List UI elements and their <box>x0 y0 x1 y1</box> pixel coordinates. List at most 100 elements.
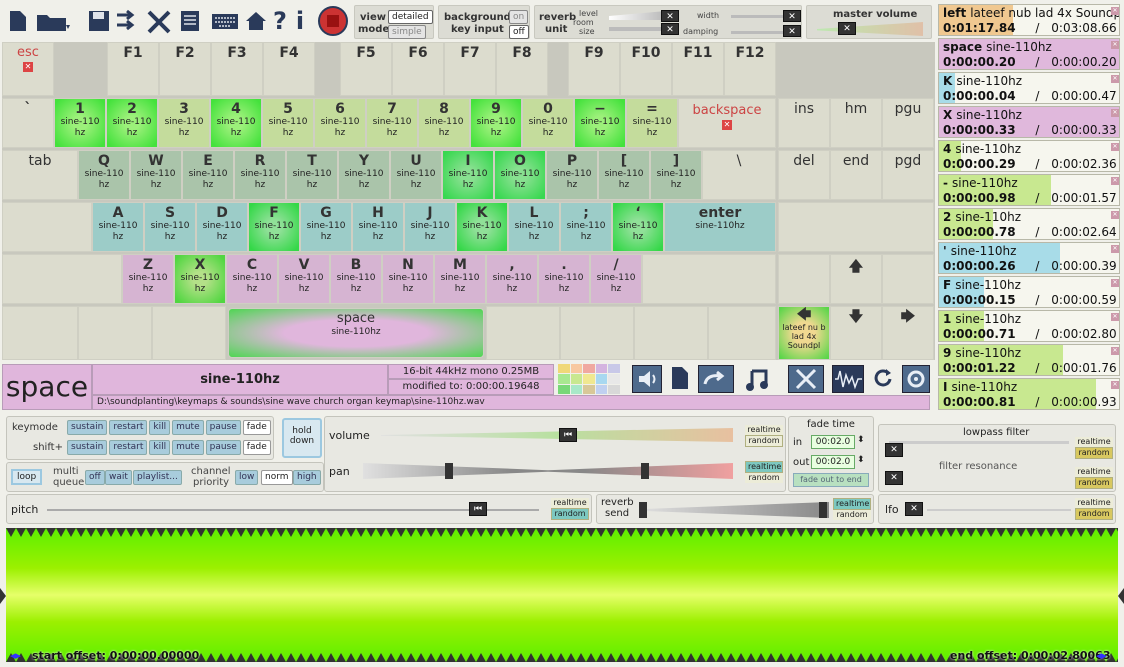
stop-sound-icon[interactable]: ✕ <box>1111 143 1119 151</box>
waveform-display[interactable] <box>6 528 1118 662</box>
pitch-random[interactable]: random <box>551 508 589 520</box>
playlist-row[interactable]: space sine-110hz 0:00:00.20 / 0:00:00.20 ✕ <box>938 38 1120 70</box>
stop-sound-icon[interactable]: ✕ <box>1111 313 1119 321</box>
key-q[interactable]: Qsine-110 hz <box>78 150 130 200</box>
key-right-bracket[interactable]: ] sine-110 hz <box>650 150 702 200</box>
sample-file-icon[interactable] <box>668 365 692 393</box>
key-left-bracket[interactable]: [sine-110 hz <box>598 150 650 200</box>
reverb-send-slider[interactable] <box>639 502 829 518</box>
key-comma[interactable]: , sine-110 hz <box>486 254 538 304</box>
key-f[interactable]: Fsine-110 hz <box>248 202 300 252</box>
reverb-send-thumb-end[interactable] <box>819 502 827 518</box>
help-icon[interactable]: ? <box>271 4 289 38</box>
key-f12[interactable]: F12 <box>724 42 776 96</box>
key-i[interactable]: Isine-110 hz <box>442 150 494 200</box>
key-menu[interactable] <box>560 306 634 360</box>
fade-in-stepper-icon[interactable]: ⬍ <box>857 435 865 445</box>
stop-sound-icon[interactable]: ✕ <box>1111 279 1119 287</box>
fade-out-input[interactable]: 00:02.0 <box>811 455 855 469</box>
settings-icon[interactable] <box>902 365 930 393</box>
pitch-thumb[interactable]: ⏮ <box>469 502 487 516</box>
playlist-row[interactable]: - sine-110hz 0:00:00.98 / 0:00:01.57 ✕ <box>938 174 1120 206</box>
waveform-edit-icon[interactable] <box>832 365 864 393</box>
queue-wait[interactable]: wait <box>105 470 132 485</box>
key-u[interactable]: Usine-110 hz <box>390 150 442 200</box>
lowpass-slider[interactable] <box>889 441 1069 444</box>
key-h[interactable]: Hsine-110 hz <box>352 202 404 252</box>
key-5[interactable]: 5 sine-110 hz <box>262 98 314 148</box>
reverb-level-thumb[interactable]: ✕ <box>661 10 679 22</box>
playlist-row[interactable]: ' sine-110hz 0:00:00.26 / 0:00:00.39 ✕ <box>938 242 1120 274</box>
playlist-row[interactable]: 2 sine-110hz 0:00:00.78 / 0:00:02.64 ✕ <box>938 208 1120 240</box>
key-f2[interactable]: F2 <box>159 42 211 96</box>
playlist-row[interactable]: Xsine-110hz 0:00:00.33 / 0:00:00.33 ✕ <box>938 106 1120 138</box>
lowpass-thumb[interactable]: ✕ <box>885 443 903 457</box>
key-f9[interactable]: F9 <box>568 42 620 96</box>
damping-thumb[interactable]: ✕ <box>783 25 801 37</box>
keyboard-icon[interactable] <box>209 4 241 38</box>
key-pgu[interactable]: pgu <box>882 98 934 148</box>
pan-right-thumb[interactable] <box>641 463 649 479</box>
shift-kill[interactable]: kill <box>149 440 171 455</box>
key-t[interactable]: Tsine-110 hz <box>286 150 338 200</box>
key-x[interactable]: Xsine-110 hz <box>174 254 226 304</box>
save-icon[interactable] <box>86 4 112 38</box>
lowpass-realtime[interactable]: realtime <box>1075 437 1113 447</box>
room-size-thumb[interactable]: ✕ <box>661 23 679 35</box>
key-4[interactable]: 4 sine-110 hz <box>210 98 262 148</box>
playlist-row[interactable]: left lateef nub lad 4x Soundpl 0:01:17.84 … <box>938 4 1120 36</box>
key-f6[interactable]: F6 <box>392 42 444 96</box>
queue-playlist[interactable]: playlist... <box>133 470 182 485</box>
stop-sound-icon[interactable]: ✕ <box>1111 381 1119 389</box>
shift-restart[interactable]: restart <box>109 440 148 455</box>
lfo-random[interactable]: random <box>1075 508 1113 520</box>
resonance-random[interactable]: random <box>1075 477 1113 489</box>
simple-button[interactable]: simple <box>388 25 426 39</box>
key-right-ctrl[interactable] <box>634 306 708 360</box>
priority-high[interactable]: high <box>293 470 321 485</box>
key-l[interactable]: Lsine-110 hz <box>508 202 560 252</box>
key-ins[interactable]: ins <box>778 98 830 148</box>
key-minus[interactable]: − sine-110 hz <box>574 98 626 148</box>
volume-random[interactable]: random <box>745 435 783 447</box>
volume-slider[interactable] <box>381 428 733 442</box>
pan-left-thumb[interactable] <box>445 463 453 479</box>
replace-sample-icon[interactable] <box>698 365 734 393</box>
key-m[interactable]: Msine-110 hz <box>434 254 486 304</box>
cut-icon[interactable] <box>788 365 824 393</box>
key-pgd[interactable]: pgd <box>882 150 934 200</box>
key-p[interactable]: Psine-110 hz <box>546 150 598 200</box>
refresh-icon[interactable] <box>872 365 896 393</box>
key-7[interactable]: 7 sine-110 hz <box>366 98 418 148</box>
stop-sound-icon[interactable]: ✕ <box>1111 7 1119 15</box>
key-r[interactable]: Rsine-110 hz <box>234 150 286 200</box>
queue-off[interactable]: off <box>85 470 105 485</box>
lfo-slider[interactable] <box>927 509 1071 511</box>
key-f3[interactable]: F3 <box>211 42 263 96</box>
key-quote[interactable]: ‘sine-110 hz <box>612 202 664 252</box>
volume-thumb[interactable]: ⏮ <box>559 428 577 442</box>
preview-speaker-icon[interactable] <box>632 365 662 393</box>
key-9[interactable]: 9 sine-110 hz <box>470 98 522 148</box>
key-equals[interactable]: = sine-110 hz <box>626 98 678 148</box>
key-right-alt[interactable] <box>486 306 560 360</box>
key-f11[interactable]: F11 <box>672 42 724 96</box>
key-esc[interactable]: esc ✕ <box>2 42 54 96</box>
keymode-kill[interactable]: kill <box>149 420 171 435</box>
key-a[interactable]: Asine-110 hz <box>92 202 144 252</box>
playlist-row[interactable]: Ksine-110hz 0:00:00.04 / 0:00:00.47 ✕ <box>938 72 1120 104</box>
key-6[interactable]: 6 sine-110 hz <box>314 98 366 148</box>
key-caps[interactable] <box>2 202 92 252</box>
fade-out-to-end-button[interactable]: fade out to end <box>793 473 869 487</box>
reverb-send-realtime[interactable]: realtime <box>833 498 871 510</box>
pitch-realtime[interactable]: realtime <box>551 498 589 508</box>
open-folder-icon[interactable] <box>34 4 74 38</box>
playlist-row[interactable]: 1 sine-110hz 0:00:00.71 / 0:00:02.80 ✕ <box>938 310 1120 342</box>
start-offset-arrows-icon[interactable]: ◂▸ <box>10 649 21 662</box>
key-3[interactable]: 3 sine-110 hz <box>158 98 210 148</box>
key-right-arrow[interactable]: 🡆 <box>882 306 934 360</box>
color-palette[interactable] <box>558 364 620 394</box>
keymode-sustain[interactable]: sustain <box>67 420 108 435</box>
key-end[interactable]: end <box>830 150 882 200</box>
key-b[interactable]: Bsine-110 hz <box>330 254 382 304</box>
